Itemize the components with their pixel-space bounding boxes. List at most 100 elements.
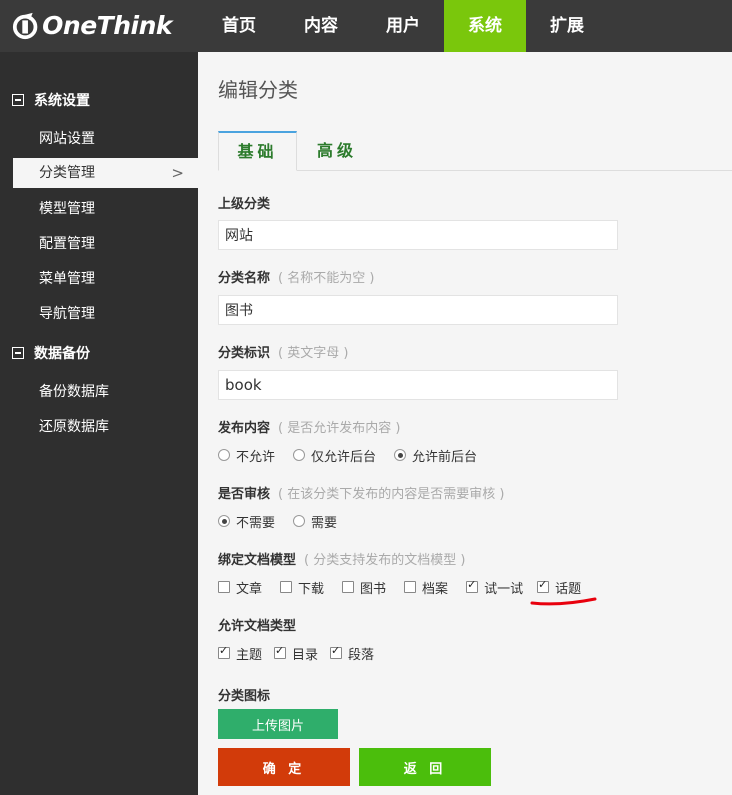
logo[interactable]: OneThink [12, 6, 172, 46]
sidebar-item-backup-db[interactable]: 备份数据库 [13, 377, 198, 407]
category-name-input[interactable] [218, 295, 618, 325]
radio-button[interactable] [293, 449, 306, 461]
field-hint: ( 在该分类下发布的内容是否需要审核 ) [278, 487, 505, 502]
chevron-right-icon: > [171, 164, 184, 182]
parent-category-input[interactable] [218, 220, 618, 250]
sidebar-group-data-backup[interactable]: 数据备份 [0, 338, 198, 368]
audit-option-yes[interactable]: 需要 [293, 512, 337, 531]
doc-types-options: 主题 目录 段落 [218, 643, 392, 663]
option-label: 试一试 [484, 581, 524, 597]
option-label: 仅允许后台 [311, 449, 377, 465]
checkbox[interactable] [218, 581, 230, 593]
bound-models-options: 文章 下载 图书 档案 试一试 话题 [218, 577, 599, 597]
option-label: 段落 [348, 647, 375, 663]
option-label: 需要 [311, 515, 338, 531]
nav-item-extend[interactable]: 扩展 [526, 0, 608, 52]
model-option-topic[interactable]: 话题 [537, 578, 581, 597]
nav-item-system[interactable]: 系统 [444, 0, 526, 52]
radio-button[interactable] [394, 449, 407, 461]
doc-type-option-topic[interactable]: 主题 [218, 644, 262, 663]
publish-option-front-and-back[interactable]: 允许前后台 [394, 446, 477, 465]
option-label: 不允许 [236, 449, 276, 465]
checkbox[interactable] [274, 644, 287, 659]
doc-type-option-directory[interactable]: 目录 [274, 644, 318, 663]
field-hint: ( 分类支持发布的文档模型 ) [304, 553, 466, 568]
red-underline-annotation [530, 597, 597, 606]
field-label: 分类标识 [218, 346, 271, 361]
field-label: 发布内容 [218, 421, 271, 436]
category-icon-label: 分类图标 [218, 689, 271, 704]
sidebar-item-restore-db[interactable]: 还原数据库 [13, 412, 198, 442]
checkbox[interactable] [404, 581, 417, 593]
publish-content-label: 发布内容 ( 是否允许发布内容 ) [218, 417, 400, 436]
category-name-label: 分类名称 ( 名称不能为空 ) [218, 267, 374, 286]
main-nav: 首页 内容 用户 系统 扩展 [198, 0, 608, 52]
tab-advanced[interactable]: 高级 [302, 131, 372, 171]
sidebar-item-category-management[interactable]: 分类管理 > [13, 158, 198, 188]
sidebar-item-model-management[interactable]: 模型管理 [13, 194, 198, 224]
publish-content-options: 不允许 仅允许后台 允许前后台 [218, 445, 495, 465]
checkbox[interactable] [537, 578, 550, 593]
page-title: 编辑分类 [218, 78, 298, 102]
sidebar-group-label: 数据备份 [34, 346, 90, 362]
option-label: 不需要 [236, 515, 276, 531]
model-option-archive[interactable]: 档案 [404, 578, 448, 597]
sidebar-item-config-management[interactable]: 配置管理 [13, 229, 198, 259]
field-label: 绑定文档模型 [218, 553, 297, 568]
checkbox[interactable] [330, 644, 343, 659]
radio-button[interactable] [218, 515, 230, 527]
model-option-article[interactable]: 文章 [218, 578, 262, 597]
field-hint: ( 是否允许发布内容 ) [278, 421, 401, 436]
checkbox[interactable] [466, 578, 479, 593]
field-hint: ( 名称不能为空 ) [278, 271, 375, 286]
sidebar-item-nav-management[interactable]: 导航管理 [13, 299, 198, 329]
parent-category-label: 上级分类 [218, 197, 271, 212]
field-hint: ( 英文字母 ) [278, 346, 349, 361]
sidebar-item-label: 分类管理 [39, 165, 95, 181]
confirm-button[interactable]: 确 定 [218, 748, 350, 786]
audit-option-no[interactable]: 不需要 [218, 512, 275, 531]
model-option-download[interactable]: 下载 [280, 578, 324, 597]
publish-option-disallow[interactable]: 不允许 [218, 446, 275, 465]
sidebar-item-site-settings[interactable]: 网站设置 [13, 124, 198, 154]
sidebar-group-label: 系统设置 [34, 93, 90, 109]
audit-label: 是否审核 ( 在该分类下发布的内容是否需要审核 ) [218, 483, 504, 502]
checkbox[interactable] [280, 581, 293, 593]
model-option-book[interactable]: 图书 [342, 578, 386, 597]
upload-image-button[interactable]: 上传图片 [218, 709, 338, 739]
option-label: 主题 [236, 647, 263, 663]
logo-icon [12, 12, 38, 40]
sidebar: 系统设置 网站设置 分类管理 > 模型管理 配置管理 菜单管理 导航管理 数据备… [0, 52, 198, 795]
field-label: 是否审核 [218, 487, 271, 502]
category-identifier-label: 分类标识 ( 英文字母 ) [218, 342, 348, 361]
publish-option-backend-only[interactable]: 仅允许后台 [293, 446, 376, 465]
audit-options: 不需要 需要 [218, 511, 355, 531]
sidebar-group-system-settings[interactable]: 系统设置 [0, 85, 198, 115]
tab-basic[interactable]: 基础 [218, 131, 297, 171]
option-label: 允许前后台 [412, 449, 478, 465]
option-label: 文章 [236, 581, 263, 597]
field-label: 分类名称 [218, 271, 271, 286]
radio-button[interactable] [293, 515, 306, 527]
collapse-icon [12, 94, 24, 106]
sidebar-item-menu-management[interactable]: 菜单管理 [13, 264, 198, 294]
top-bar: OneThink 首页 内容 用户 系统 扩展 [0, 0, 732, 52]
option-label: 话题 [555, 581, 582, 597]
logo-text: OneThink [42, 11, 172, 40]
doc-type-option-paragraph[interactable]: 段落 [330, 644, 374, 663]
option-label: 图书 [360, 581, 387, 597]
model-option-tryout[interactable]: 试一试 [466, 578, 523, 597]
checkbox[interactable] [218, 644, 230, 659]
back-button[interactable]: 返 回 [359, 748, 491, 786]
collapse-icon [12, 347, 24, 359]
nav-item-content[interactable]: 内容 [280, 0, 362, 52]
nav-item-home[interactable]: 首页 [198, 0, 280, 52]
bound-models-label: 绑定文档模型 ( 分类支持发布的文档模型 ) [218, 549, 465, 568]
checkbox[interactable] [342, 581, 355, 593]
option-label: 下载 [298, 581, 325, 597]
option-label: 目录 [292, 647, 319, 663]
radio-button[interactable] [218, 449, 230, 461]
category-identifier-input[interactable] [218, 370, 618, 400]
nav-item-users[interactable]: 用户 [362, 0, 444, 52]
option-label: 档案 [422, 581, 449, 597]
